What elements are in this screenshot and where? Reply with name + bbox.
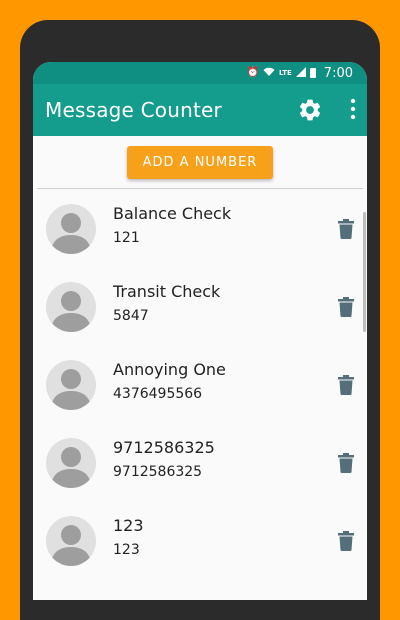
delete-icon[interactable] (338, 531, 354, 551)
contact-row[interactable]: Balance Check 121 (33, 189, 367, 267)
app-title: Message Counter (45, 98, 222, 122)
contact-name: Balance Check (113, 204, 232, 223)
avatar-icon (46, 438, 96, 488)
app-screen: ⏰ LTE 7:00 Message Counter ADD A NUMBER (33, 62, 367, 600)
add-number-button[interactable]: ADD A NUMBER (126, 145, 274, 179)
contact-number: 123 (113, 542, 140, 558)
contact-number: 4376495566 (113, 386, 203, 402)
add-number-area: ADD A NUMBER (33, 136, 367, 188)
app-bar: Message Counter (33, 84, 367, 136)
contact-name: 9712586325 (113, 438, 215, 457)
avatar-icon (46, 204, 96, 254)
wifi-icon (263, 67, 275, 80)
signal-icon (295, 66, 306, 80)
contact-name: Transit Check (113, 282, 221, 301)
contact-row[interactable]: 9712586325 9712586325 (33, 423, 367, 501)
contact-row[interactable]: Transit Check 5847 (33, 267, 367, 345)
more-vert-icon[interactable] (349, 98, 357, 120)
contact-list: Balance Check 121 Transit Check 5847 Ann… (33, 189, 367, 579)
delete-icon[interactable] (338, 453, 354, 473)
contact-row[interactable]: Annoying One 4376495566 (33, 345, 367, 423)
status-time: 7:00 (323, 65, 353, 81)
network-type: LTE (278, 69, 292, 77)
battery-icon (309, 68, 316, 78)
scrollbar[interactable] (363, 212, 366, 332)
delete-icon[interactable] (338, 219, 354, 239)
alarm-icon: ⏰ (246, 67, 259, 78)
contact-name: 123 (113, 516, 144, 535)
delete-icon[interactable] (338, 297, 354, 317)
status-bar: ⏰ LTE 7:00 (33, 62, 367, 84)
avatar-icon (46, 282, 96, 332)
contact-name: Annoying One (113, 360, 226, 379)
contact-number: 9712586325 (113, 464, 203, 480)
gear-icon[interactable] (297, 97, 323, 123)
delete-icon[interactable] (338, 375, 354, 395)
contact-row[interactable]: 123 123 (33, 501, 367, 579)
contact-number: 5847 (113, 308, 149, 324)
contact-number: 121 (113, 230, 140, 246)
avatar-icon (46, 516, 96, 566)
avatar-icon (46, 360, 96, 410)
